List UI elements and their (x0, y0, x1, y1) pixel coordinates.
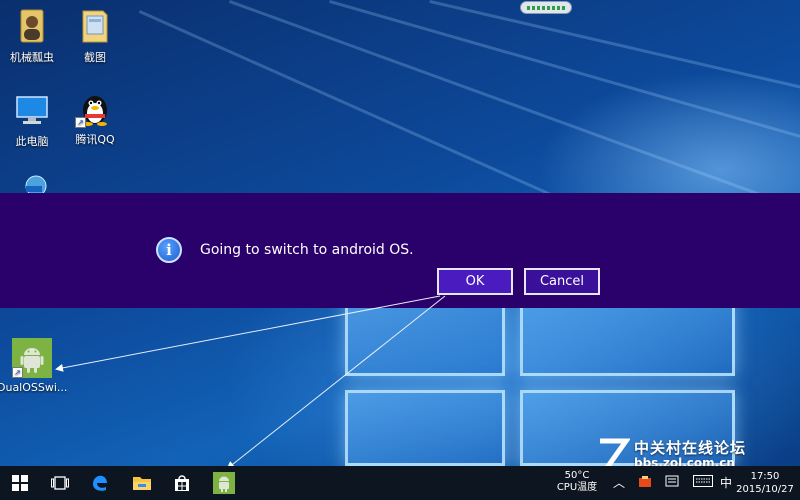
watermark-title: 中关村在线论坛 (634, 439, 747, 457)
taskbar-edge[interactable] (80, 466, 120, 500)
edge-browser-icon (93, 475, 107, 491)
taskbar-clock[interactable]: 17:50 2015/10/27 (732, 470, 798, 496)
android-icon: ↗ (12, 338, 52, 378)
desktop-icon-label: 机械瓢虫 (10, 51, 54, 64)
task-view-button[interactable] (40, 466, 80, 500)
desktop-icon-dualos-switch[interactable]: ↗ DualOSSwi... (0, 338, 67, 394)
desktop-icon-screenshots-folder[interactable]: 截图 (60, 6, 130, 65)
qq-penguin-icon: ↗ (75, 88, 115, 128)
clock-time: 17:50 (750, 471, 780, 482)
ok-button[interactable]: OK (437, 268, 513, 295)
tray-app-icon[interactable] (637, 475, 653, 491)
shortcut-arrow-icon: ↗ (12, 367, 23, 378)
action-center-icon[interactable] (664, 475, 680, 491)
dialog-message: Going to switch to android OS. (200, 242, 414, 258)
start-button[interactable] (0, 466, 40, 500)
desktop-icon-user-folder[interactable]: 机械瓢虫 (0, 6, 67, 65)
desktop-icon-this-pc[interactable]: 此电脑 (0, 90, 67, 149)
clock-date: 2015/10/27 (736, 484, 794, 495)
android-icon (213, 472, 235, 494)
cpu-temperature-value: 50°C (564, 470, 590, 481)
cancel-button[interactable]: Cancel (524, 268, 600, 295)
desktop-icon-label: 截图 (84, 51, 106, 64)
folder-user-icon (12, 6, 52, 46)
desktop-icon-label: 此电脑 (15, 135, 49, 148)
taskbar-dualos-switch[interactable] (204, 466, 244, 500)
cpu-temperature-label: CPU温度 (556, 482, 598, 493)
computer-icon (12, 90, 52, 130)
info-icon: i (156, 237, 182, 263)
wallpaper-light-beam (429, 0, 800, 206)
taskbar-file-explorer[interactable] (122, 466, 162, 500)
desktop-icon-label: DualOSSwi... (0, 381, 67, 394)
cpu-temperature[interactable]: 50°C CPU温度 (553, 470, 601, 500)
task-view-icon (51, 476, 69, 490)
desktop-icon-qq[interactable]: ↗ 腾讯QQ (60, 88, 130, 147)
windows-logo-pane (345, 390, 505, 466)
taskbar-store[interactable] (162, 466, 202, 500)
folder-icon (75, 6, 115, 46)
battery-level-bar (527, 6, 565, 10)
windows-logo-pane (345, 300, 505, 376)
show-hidden-icons-chevron-up-icon[interactable]: ︿ (611, 475, 627, 491)
touch-keyboard-icon[interactable] (692, 475, 714, 491)
file-explorer-icon (133, 477, 151, 490)
shortcut-arrow-icon: ↗ (75, 117, 86, 128)
battery-widget[interactable] (520, 1, 572, 14)
desktop-icon-label: 腾讯QQ (75, 133, 115, 146)
windows-logo-pane (520, 300, 735, 376)
taskbar: 50°C CPU温度 ︿ 中 17:50 2015/10/27 (0, 466, 800, 500)
store-bag-icon (175, 475, 189, 491)
windows-start-icon (12, 475, 28, 491)
